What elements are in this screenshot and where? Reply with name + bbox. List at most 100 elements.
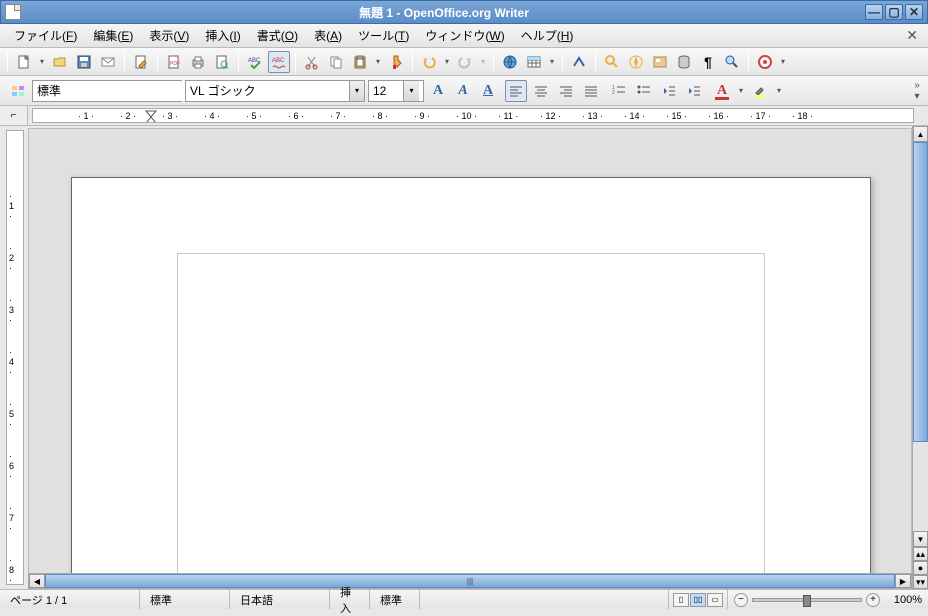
font-size-input[interactable]: [369, 81, 403, 101]
vertical-scroll-thumb[interactable]: [913, 142, 928, 442]
align-left-button[interactable]: [505, 80, 527, 102]
minimize-button[interactable]: —: [865, 4, 883, 20]
para-style-input[interactable]: [33, 81, 196, 101]
format-paintbrush-button[interactable]: [385, 51, 407, 73]
zoom-percent[interactable]: 100%: [884, 594, 922, 606]
new-doc-button[interactable]: [13, 51, 35, 73]
font-size-combo[interactable]: ▾: [368, 80, 424, 102]
horizontal-scroll-thumb[interactable]: |||: [45, 574, 895, 588]
status-insert[interactable]: 挿入: [330, 590, 370, 609]
align-center-button[interactable]: [530, 80, 552, 102]
bullets-button[interactable]: [633, 80, 655, 102]
toolbar-more[interactable]: ▾: [778, 57, 788, 66]
page[interactable]: [71, 177, 871, 587]
paste-button[interactable]: [349, 51, 371, 73]
status-page[interactable]: ページ 1 / 1: [0, 590, 140, 609]
status-lang[interactable]: 日本語: [230, 590, 330, 609]
redo-dropdown[interactable]: ▾: [478, 57, 488, 66]
help-button[interactable]: [754, 51, 776, 73]
multi-page-view-button[interactable]: ▯▯: [690, 593, 706, 607]
print-preview-button[interactable]: [211, 51, 233, 73]
vertical-scrollbar[interactable]: ▲ ▼ ▴▴ ● ▾▾: [912, 126, 928, 589]
undo-dropdown[interactable]: ▾: [442, 57, 452, 66]
horizontal-scroll-track[interactable]: |||: [45, 574, 895, 588]
menu-format[interactable]: 書式(O): [249, 25, 306, 46]
nonprinting-chars-button[interactable]: ¶: [697, 51, 719, 73]
status-style[interactable]: 標準: [140, 590, 230, 609]
show-draw-button[interactable]: [568, 51, 590, 73]
font-color-dropdown[interactable]: ▾: [736, 86, 746, 95]
align-justify-button[interactable]: [580, 80, 602, 102]
horizontal-scrollbar[interactable]: ◀ ||| ▶: [28, 573, 912, 589]
menu-file[interactable]: ファイル(F): [6, 25, 85, 46]
book-view-button[interactable]: ▭: [707, 593, 723, 607]
zoom-slider-knob[interactable]: [803, 595, 811, 607]
redo-button[interactable]: [454, 51, 476, 73]
auto-spellcheck-button[interactable]: ABC: [268, 51, 290, 73]
increase-indent-button[interactable]: [683, 80, 705, 102]
scroll-down-button[interactable]: ▼: [913, 531, 928, 547]
font-color-button[interactable]: A: [711, 80, 733, 102]
paste-dropdown[interactable]: ▾: [373, 57, 383, 66]
italic-button[interactable]: A: [452, 80, 474, 102]
scroll-up-button[interactable]: ▲: [913, 126, 928, 142]
status-selection[interactable]: 標準: [370, 590, 420, 609]
font-size-arrow[interactable]: ▾: [403, 81, 419, 101]
decrease-indent-button[interactable]: [658, 80, 680, 102]
scroll-right-button[interactable]: ▶: [895, 574, 911, 588]
next-page-button[interactable]: ▾▾: [913, 575, 928, 589]
single-page-view-button[interactable]: ▯: [673, 593, 689, 607]
zoom-button[interactable]: [721, 51, 743, 73]
menu-insert[interactable]: 挿入(I): [197, 25, 248, 46]
menu-help[interactable]: ヘルプ(H): [513, 25, 582, 46]
vertical-ruler[interactable]: ·1··2··3··4··5··6··7··8·: [6, 130, 24, 585]
font-name-input[interactable]: [186, 81, 349, 101]
bold-button[interactable]: A: [427, 80, 449, 102]
table-button[interactable]: [523, 51, 545, 73]
copy-button[interactable]: [325, 51, 347, 73]
highlight-dropdown[interactable]: ▾: [774, 86, 784, 95]
scroll-left-button[interactable]: ◀: [29, 574, 45, 588]
font-name-arrow[interactable]: ▾: [349, 81, 364, 101]
email-button[interactable]: [97, 51, 119, 73]
formatbar-more[interactable]: »▾: [910, 80, 924, 102]
export-pdf-button[interactable]: PDF: [163, 51, 185, 73]
document-area[interactable]: [28, 128, 912, 587]
find-replace-button[interactable]: [601, 51, 623, 73]
edit-file-button[interactable]: [130, 51, 152, 73]
menu-table[interactable]: 表(A): [306, 25, 350, 46]
horizontal-ruler[interactable]: · 1 ·· 2 ·· 3 ·· 4 ·· 5 ·· 6 ·· 7 ·· 8 ·…: [32, 108, 914, 123]
font-name-combo[interactable]: ▾: [185, 80, 365, 102]
navigator-button[interactable]: [625, 51, 647, 73]
save-button[interactable]: [73, 51, 95, 73]
menu-view[interactable]: 表示(V): [141, 25, 197, 46]
styles-button[interactable]: [7, 80, 29, 102]
open-button[interactable]: [49, 51, 71, 73]
zoom-in-button[interactable]: +: [866, 593, 880, 607]
close-document-button[interactable]: ✕: [902, 27, 922, 44]
menu-edit[interactable]: 編集(E): [85, 25, 141, 46]
undo-button[interactable]: [418, 51, 440, 73]
zoom-slider[interactable]: [752, 598, 862, 602]
underline-button[interactable]: A: [477, 80, 499, 102]
cut-button[interactable]: [301, 51, 323, 73]
navigation-button[interactable]: ●: [913, 561, 928, 575]
zoom-out-button[interactable]: −: [734, 593, 748, 607]
print-button[interactable]: [187, 51, 209, 73]
gallery-button[interactable]: [649, 51, 671, 73]
new-doc-dropdown[interactable]: ▾: [37, 57, 47, 66]
table-dropdown[interactable]: ▾: [547, 57, 557, 66]
prev-page-button[interactable]: ▴▴: [913, 547, 928, 561]
numbering-button[interactable]: 12: [608, 80, 630, 102]
spellcheck-button[interactable]: ABC: [244, 51, 266, 73]
maximize-button[interactable]: ▢: [885, 4, 903, 20]
vertical-scroll-track[interactable]: [913, 142, 928, 531]
data-sources-button[interactable]: [673, 51, 695, 73]
close-window-button[interactable]: ✕: [905, 4, 923, 20]
highlight-button[interactable]: [749, 80, 771, 102]
indent-marker-icon[interactable]: [145, 110, 157, 123]
hyperlink-button[interactable]: [499, 51, 521, 73]
menu-tools[interactable]: ツール(T): [350, 25, 417, 46]
para-style-combo[interactable]: ▾: [32, 80, 182, 102]
align-right-button[interactable]: [555, 80, 577, 102]
